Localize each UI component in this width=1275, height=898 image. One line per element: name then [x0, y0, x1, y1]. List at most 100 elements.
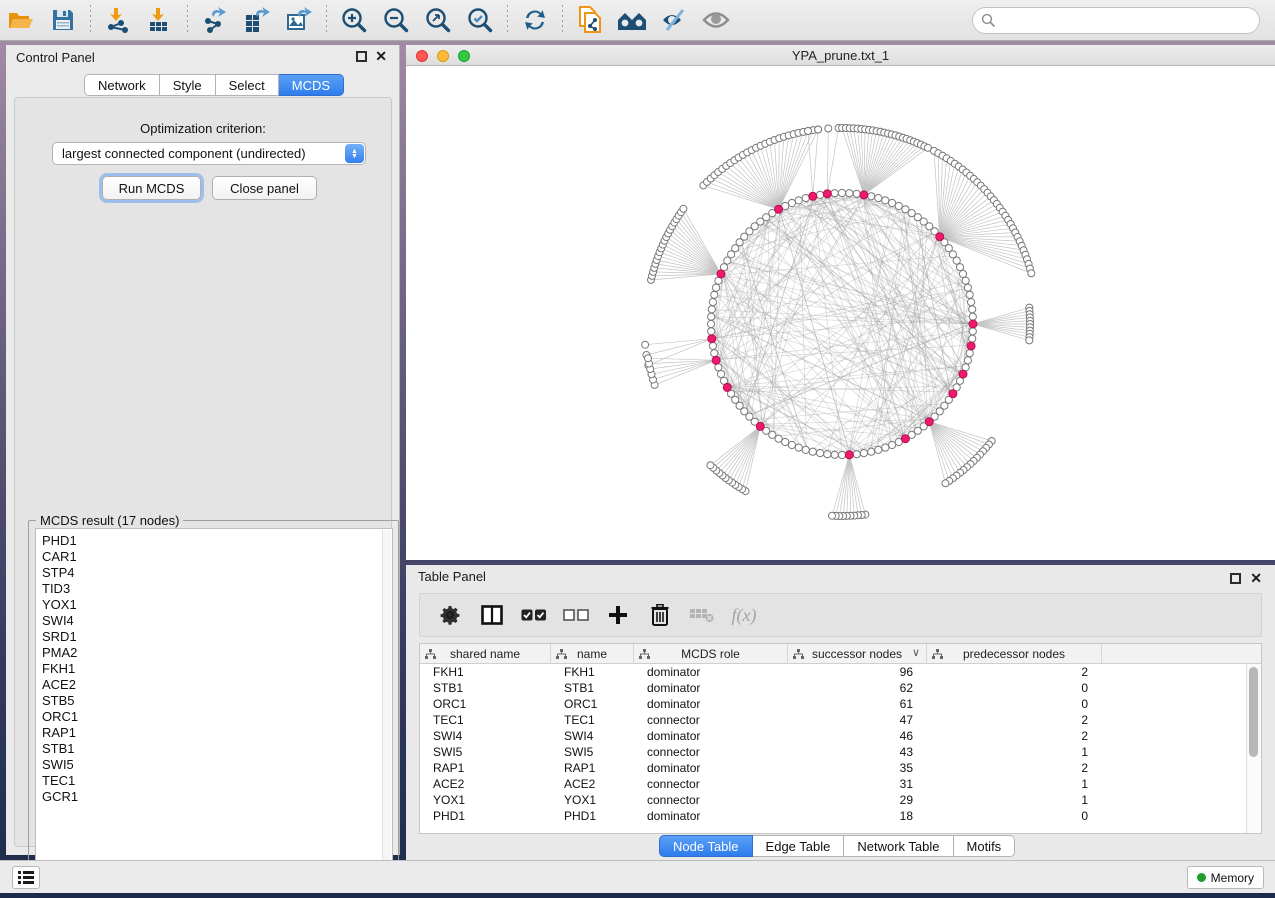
delete-column-icon[interactable]: [646, 601, 674, 629]
export-image-icon[interactable]: [282, 5, 316, 35]
network-canvas[interactable]: [406, 66, 1272, 560]
tab-node-table[interactable]: Node Table: [659, 835, 753, 857]
mcds-list-scrollbar[interactable]: [382, 530, 391, 885]
mcds-result-item[interactable]: TID3: [42, 581, 392, 597]
tab-network-table[interactable]: Network Table: [844, 835, 953, 857]
mcds-result-item[interactable]: ACE2: [42, 677, 392, 693]
first-neighbors-icon[interactable]: [615, 5, 649, 35]
tab-edge-table[interactable]: Edge Table: [753, 835, 845, 857]
tab-network[interactable]: Network: [84, 74, 160, 96]
table-row[interactable]: ORC1ORC1dominator610: [420, 696, 1261, 712]
mcds-result-item[interactable]: SWI5: [42, 757, 392, 773]
column-header-name[interactable]: name: [551, 644, 634, 664]
table-cell: dominator: [634, 664, 788, 680]
zoom-fit-icon[interactable]: [421, 5, 455, 35]
hide-selected-icon[interactable]: [657, 5, 691, 35]
mcds-result-item[interactable]: STP4: [42, 565, 392, 581]
close-panel-button[interactable]: Close panel: [212, 176, 317, 200]
table-cell: 18: [788, 808, 927, 824]
tab-select[interactable]: Select: [216, 74, 279, 96]
table-cell: 46: [788, 728, 927, 744]
table-panel-tabs: Node TableEdge TableNetwork TableMotifs: [659, 835, 1015, 857]
control-panel: Control Panel ✕ NetworkStyleSelectMCDS O…: [6, 45, 400, 855]
refresh-icon[interactable]: [518, 5, 552, 35]
search-input[interactable]: [996, 11, 1259, 31]
task-history-button[interactable]: [12, 866, 40, 889]
mcds-result-item[interactable]: SWI4: [42, 613, 392, 629]
toolbar-separator: [90, 5, 91, 35]
table-row[interactable]: YOX1YOX1connector291: [420, 792, 1261, 808]
mcds-result-item[interactable]: ORC1: [42, 709, 392, 725]
run-mcds-button[interactable]: Run MCDS: [102, 176, 201, 200]
close-table-panel-icon[interactable]: ✕: [1250, 570, 1262, 587]
show-all-icon[interactable]: [699, 5, 733, 35]
mcds-result-title: MCDS result (17 nodes): [36, 513, 183, 528]
tab-mcds[interactable]: MCDS: [279, 74, 344, 96]
table-scrollbar[interactable]: [1246, 664, 1261, 833]
tab-motifs[interactable]: Motifs: [954, 835, 1016, 857]
table-cell: STB1: [551, 680, 634, 696]
deselect-all-icon[interactable]: [562, 601, 590, 629]
mcds-result-item[interactable]: PHD1: [42, 533, 392, 549]
network-window-titlebar[interactable]: YPA_prune.txt_1: [406, 45, 1275, 66]
float-table-panel-icon[interactable]: [1230, 573, 1241, 584]
table-row[interactable]: SWI5SWI5connector431: [420, 744, 1261, 760]
zoom-out-icon[interactable]: [379, 5, 413, 35]
settings-icon[interactable]: [436, 601, 464, 629]
table-cell: 0: [927, 696, 1102, 712]
toolbar-separator: [187, 5, 188, 35]
clone-network-icon[interactable]: [573, 5, 607, 35]
select-all-icon[interactable]: [520, 601, 548, 629]
column-header-MCDS-role[interactable]: MCDS role: [634, 644, 788, 664]
zoom-selected-icon[interactable]: [463, 5, 497, 35]
import-table-icon[interactable]: [143, 5, 177, 35]
column-header-predecessor-nodes[interactable]: predecessor nodes: [927, 644, 1102, 664]
open-file-icon[interactable]: [4, 5, 38, 35]
main-toolbar: [0, 0, 1275, 41]
mcds-result-item[interactable]: STB5: [42, 693, 392, 709]
memory-status-icon: [1197, 873, 1206, 882]
memory-button[interactable]: Memory: [1187, 866, 1264, 889]
mcds-result-item[interactable]: FKH1: [42, 661, 392, 677]
function-builder-icon: f(x): [730, 601, 758, 629]
fx-label: f(x): [732, 605, 757, 626]
import-network-icon[interactable]: [101, 5, 135, 35]
table-row[interactable]: RAP1RAP1dominator352: [420, 760, 1261, 776]
mcds-result-groupbox: MCDS result (17 nodes) PHD1CAR1STP4TID3Y…: [28, 520, 399, 892]
table-scrollbar-thumb[interactable]: [1249, 667, 1258, 757]
mcds-result-item[interactable]: CAR1: [42, 549, 392, 565]
export-network-icon[interactable]: [198, 5, 232, 35]
mcds-result-item[interactable]: GCR1: [42, 789, 392, 805]
table-row[interactable]: STB1STB1dominator620: [420, 680, 1261, 696]
close-panel-icon[interactable]: ✕: [375, 48, 387, 65]
table-row[interactable]: FKH1FKH1dominator962: [420, 664, 1261, 680]
table-row[interactable]: PHD1PHD1dominator180: [420, 808, 1261, 824]
export-table-icon[interactable]: [240, 5, 274, 35]
mcds-result-item[interactable]: STB1: [42, 741, 392, 757]
table-cell: 96: [788, 664, 927, 680]
column-visibility-icon[interactable]: [478, 601, 506, 629]
search-field[interactable]: [972, 7, 1260, 34]
mcds-result-list[interactable]: PHD1CAR1STP4TID3YOX1SWI4SRD1PMA2FKH1ACE2…: [35, 528, 393, 885]
table-cell: dominator: [634, 680, 788, 696]
table-row[interactable]: TEC1TEC1connector472: [420, 712, 1261, 728]
control-panel-titlebar: Control Panel ✕: [6, 45, 399, 71]
mcds-result-item[interactable]: RAP1: [42, 725, 392, 741]
float-panel-icon[interactable]: [356, 51, 367, 62]
column-header-successor-nodes[interactable]: successor nodes∨: [788, 644, 927, 664]
mcds-result-item[interactable]: YOX1: [42, 597, 392, 613]
add-column-icon[interactable]: [604, 601, 632, 629]
table-cell: STB1: [420, 680, 551, 696]
table-row[interactable]: ACE2ACE2connector311: [420, 776, 1261, 792]
mcds-result-item[interactable]: PMA2: [42, 645, 392, 661]
tab-style[interactable]: Style: [160, 74, 216, 96]
column-header-shared-name[interactable]: shared name: [420, 644, 551, 664]
save-icon[interactable]: [46, 5, 80, 35]
mcds-result-item[interactable]: SRD1: [42, 629, 392, 645]
table-cell: dominator: [634, 696, 788, 712]
criterion-dropdown[interactable]: largest connected component (undirected)…: [52, 142, 366, 165]
mcds-result-item[interactable]: TEC1: [42, 773, 392, 789]
table-cell: RAP1: [420, 760, 551, 776]
zoom-in-icon[interactable]: [337, 5, 371, 35]
table-row[interactable]: SWI4SWI4dominator462: [420, 728, 1261, 744]
